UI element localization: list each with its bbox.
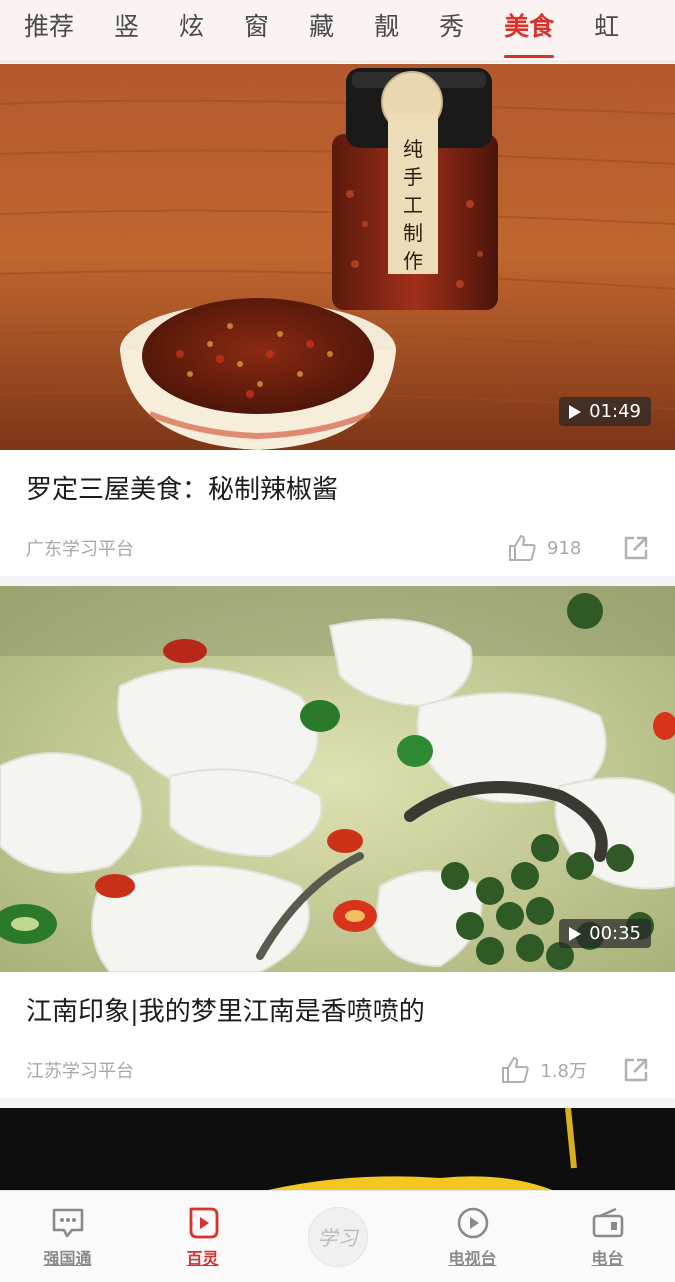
- duration-text: 00:35: [589, 923, 641, 944]
- tab-recommend[interactable]: 推荐: [24, 0, 74, 61]
- fish-soup-image: [0, 586, 675, 972]
- play-icon: [569, 404, 582, 419]
- video-actions: 1.8万: [500, 1056, 649, 1084]
- nav-item-radio[interactable]: 电台: [553, 1205, 663, 1269]
- video-thumbnail[interactable]: 纯 手 工 制 作 01:49: [0, 64, 675, 450]
- bottom-navigation: 强国通 百灵 学习 电视台 电台: [0, 1190, 675, 1282]
- jar-label-char-2: 手: [403, 165, 423, 189]
- jar-label-char-1: 纯: [403, 137, 423, 161]
- nav-label: 百灵: [186, 1248, 219, 1268]
- video-feed: 纯 手 工 制 作 01:49 罗定三屋美食：秘制辣椒酱 广东学习平台 918 …: [0, 64, 675, 1218]
- category-tab-bar: 推荐 竖 炫 窗 藏 靓 秀 美食 虹: [0, 0, 675, 62]
- video-duration-badge: 01:49: [559, 397, 651, 426]
- video-meta-row: 江苏学习平台 1.8万: [0, 1042, 675, 1098]
- duration-text: 01:49: [589, 401, 641, 422]
- video-title[interactable]: 江南印象|我的梦里江南是香喷喷的: [0, 972, 675, 1042]
- tab-cool[interactable]: 炫: [179, 0, 204, 61]
- nav-item-tv[interactable]: 电视台: [418, 1205, 528, 1269]
- thumbs-up-icon[interactable]: [507, 534, 537, 562]
- play-circle-icon: [457, 1207, 488, 1238]
- jar-label-char-3: 工: [403, 193, 423, 217]
- jar-label-char-5: 作: [403, 249, 423, 273]
- video-card[interactable]: 00:35 江南印象|我的梦里江南是香喷喷的 江苏学习平台 1.8万: [0, 586, 675, 1098]
- nav-label: 电视台: [448, 1248, 497, 1268]
- jar-label-char-4: 制: [403, 221, 423, 245]
- video-thumbnail[interactable]: 00:35: [0, 586, 675, 972]
- tab-food[interactable]: 美食: [504, 0, 555, 61]
- thumbs-up-icon[interactable]: [500, 1056, 530, 1084]
- chat-icon: [52, 1208, 83, 1237]
- video-title[interactable]: 罗定三屋美食：秘制辣椒酱: [0, 450, 675, 520]
- like-count: 1.8万: [540, 1061, 587, 1082]
- video-duration-badge: 00:35: [559, 919, 651, 948]
- play-card-icon: [189, 1207, 218, 1238]
- video-actions: 918: [507, 534, 649, 562]
- tab-window[interactable]: 窗: [244, 0, 269, 61]
- nav-label: 电台: [591, 1248, 624, 1268]
- tab-show[interactable]: 秀: [439, 0, 464, 61]
- tab-pretty[interactable]: 靓: [374, 0, 399, 61]
- nav-label: 强国通: [43, 1248, 92, 1268]
- video-meta-row: 广东学习平台 918: [0, 520, 675, 576]
- xuexi-logo: 学习: [307, 1206, 368, 1267]
- nav-item-qiangguotong[interactable]: 强国通: [13, 1205, 123, 1269]
- tab-tibet[interactable]: 藏: [309, 0, 334, 61]
- video-card[interactable]: 纯 手 工 制 作 01:49 罗定三屋美食：秘制辣椒酱 广东学习平台 918: [0, 64, 675, 576]
- like-count: 918: [547, 537, 582, 559]
- share-icon[interactable]: [623, 1057, 649, 1083]
- video-source[interactable]: 广东学习平台: [26, 535, 134, 561]
- play-icon: [569, 926, 582, 941]
- chili-sauce-image: 纯 手 工 制 作: [0, 64, 675, 450]
- nav-item-bailing[interactable]: 百灵: [148, 1205, 258, 1269]
- radio-icon: [592, 1207, 623, 1237]
- nav-item-xuexi[interactable]: 学习: [283, 1206, 393, 1267]
- tab-rainbow[interactable]: 虹: [594, 0, 619, 61]
- tab-vertical[interactable]: 竖: [114, 0, 139, 61]
- video-source[interactable]: 江苏学习平台: [26, 1057, 134, 1083]
- share-icon[interactable]: [623, 535, 649, 561]
